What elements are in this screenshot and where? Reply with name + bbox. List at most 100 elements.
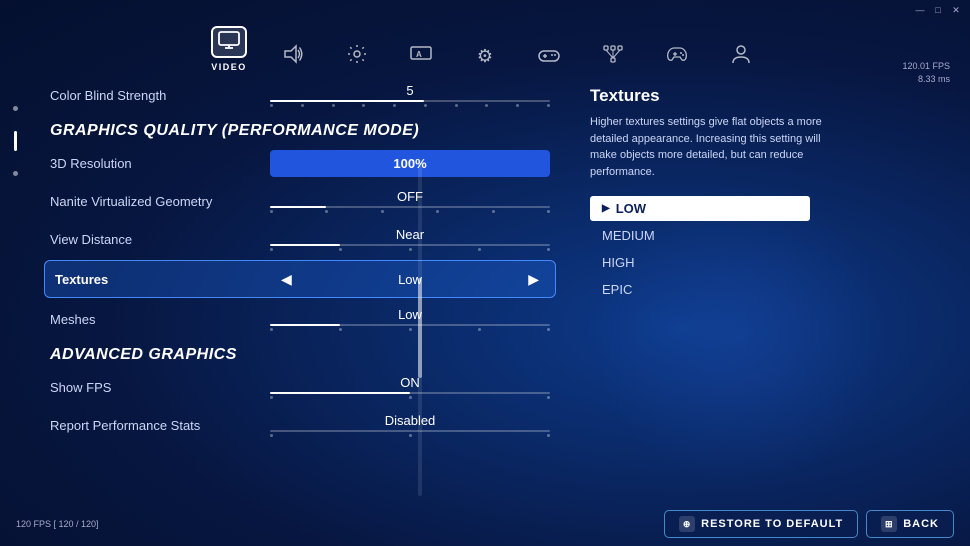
restore-label: RESTORE TO DEFAULT [701, 518, 843, 530]
bottom-bar: 120 FPS [ 120 / 120] ⊕ RESTORE TO DEFAUL… [0, 502, 970, 546]
textures-value-wrap: ◀ Low ▶ [275, 271, 545, 288]
meshes-label: Meshes [50, 312, 270, 327]
restore-default-button[interactable]: ⊕ RESTORE TO DEFAULT [664, 510, 858, 538]
info-panel: Textures 120.01 FPS 8.33 ms Higher textu… [570, 76, 970, 502]
textures-arrows: ◀ Low ▶ [275, 271, 545, 288]
display-icon: A [410, 45, 432, 68]
meshes-value-wrap: Low [270, 307, 550, 331]
profile-icon [732, 44, 750, 69]
sidebar-dot-3 [13, 171, 18, 176]
settings-panel: Color Blind Strength 5 GRAPHI [30, 76, 570, 502]
view-distance-label: View Distance [50, 232, 270, 247]
quality-chevron-low: ▶ [602, 203, 610, 214]
nav-item-network[interactable] [595, 40, 631, 72]
nanite-ticks [270, 210, 550, 213]
textures-arrow-left[interactable]: ◀ [275, 271, 298, 288]
quality-option-low[interactable]: ▶ LOW [590, 196, 810, 221]
video-icon [218, 31, 240, 54]
nav-item-audio[interactable] [275, 40, 311, 72]
nanite-value-wrap: OFF [270, 189, 550, 213]
resolution-value-btn[interactable]: 100% [270, 150, 550, 177]
audio-icon [282, 44, 304, 69]
quality-label-high: HIGH [602, 255, 635, 270]
show-fps-slider[interactable] [270, 392, 550, 394]
svg-text:A: A [416, 50, 422, 59]
nanite-label: Nanite Virtualized Geometry [50, 194, 270, 209]
restore-icon: ⊕ [679, 516, 695, 532]
resolution-label: 3D Resolution [50, 156, 270, 171]
sidebar-dot-1 [13, 106, 18, 111]
view-distance-value-wrap: Near [270, 227, 550, 251]
nav-item-display[interactable]: A [403, 40, 439, 72]
color-blind-ticks [270, 104, 550, 107]
quality-label-epic: EPIC [602, 282, 632, 297]
resolution-value-wrap: 100% [270, 150, 550, 177]
show-fps-ticks [270, 396, 550, 399]
quality-label-low: LOW [616, 201, 646, 216]
title-bar: — □ ✕ [0, 0, 970, 20]
quality-label-medium: MEDIUM [602, 228, 655, 243]
view-distance-slider[interactable] [270, 244, 550, 246]
report-stats-value: Disabled [385, 413, 436, 428]
main-content: Color Blind Strength 5 GRAPHI [0, 76, 970, 502]
fps-info: 120 FPS [ 120 / 120] [16, 518, 99, 531]
back-button[interactable]: ⊞ BACK [866, 510, 954, 538]
quality-list: ▶ LOW MEDIUM HIGH EPIC [590, 196, 810, 302]
accessibility-icon: ⚙ [477, 46, 493, 67]
maximize-button[interactable]: □ [932, 4, 944, 16]
quality-option-medium[interactable]: MEDIUM [590, 223, 810, 248]
info-description: Higher textures settings give flat objec… [590, 114, 850, 180]
gear-icon [347, 44, 367, 69]
close-button[interactable]: ✕ [950, 4, 962, 16]
advanced-graphics-header: ADVANCED GRAPHICS [40, 338, 560, 368]
textures-label: Textures [55, 272, 275, 287]
view-distance-ticks [270, 248, 550, 251]
nav-item-video[interactable]: VIDEO [211, 26, 247, 72]
color-blind-slider[interactable] [270, 100, 550, 102]
nav-item-controller2[interactable] [531, 40, 567, 72]
nav-item-settings[interactable] [339, 40, 375, 72]
sidebar-dots [0, 76, 30, 502]
show-fps-value-wrap: ON [270, 375, 550, 399]
quality-option-high[interactable]: HIGH [590, 250, 810, 275]
meshes-slider[interactable] [270, 324, 550, 326]
graphics-quality-header: GRAPHICS QUALITY (PERFORMANCE MODE) [40, 114, 560, 144]
scroll-thumb [418, 278, 422, 379]
fps-badge: 120.01 FPS 8.33 ms [902, 76, 950, 85]
report-stats-label: Report Performance Stats [50, 418, 270, 433]
textures-row[interactable]: Textures ◀ Low ▶ [44, 260, 556, 298]
nav-item-accessibility[interactable]: ⚙ [467, 40, 503, 72]
info-title: Textures [590, 86, 950, 106]
quality-option-epic[interactable]: EPIC [590, 277, 810, 302]
color-blind-value-wrap: 5 [270, 83, 550, 107]
minimize-button[interactable]: — [914, 4, 926, 16]
resolution-row: 3D Resolution 100% [40, 144, 560, 182]
report-stats-value-wrap: Disabled [270, 413, 550, 437]
nav-item-profile[interactable] [723, 40, 759, 72]
bottom-actions: ⊕ RESTORE TO DEFAULT ⊞ BACK [664, 510, 954, 538]
controller2-icon [538, 46, 560, 67]
nav-item-gamepad[interactable] [659, 40, 695, 72]
report-stats-row: Report Performance Stats Disabled [40, 406, 560, 444]
report-stats-ticks [270, 434, 550, 437]
report-stats-slider[interactable] [270, 430, 550, 432]
color-blind-value: 5 [406, 83, 413, 98]
meshes-ticks [270, 328, 550, 331]
top-nav: VIDEO [0, 20, 970, 76]
textures-arrow-right[interactable]: ▶ [522, 271, 545, 288]
show-fps-label: Show FPS [50, 380, 270, 395]
ms-value: 8.33 ms [902, 76, 950, 85]
view-distance-row: View Distance Near [40, 220, 560, 258]
color-blind-row: Color Blind Strength 5 [40, 76, 560, 114]
nanite-row: Nanite Virtualized Geometry OFF [40, 182, 560, 220]
nanite-slider[interactable] [270, 206, 550, 208]
show-fps-value: ON [400, 375, 420, 390]
nav-label-video: VIDEO [211, 62, 247, 72]
back-label: BACK [903, 518, 939, 530]
textures-value: Low [298, 272, 522, 287]
back-icon: ⊞ [881, 516, 897, 532]
color-blind-label: Color Blind Strength [50, 88, 270, 103]
meshes-row: Meshes Low [40, 300, 560, 338]
show-fps-row: Show FPS ON [40, 368, 560, 406]
scroll-indicator[interactable] [418, 160, 422, 496]
